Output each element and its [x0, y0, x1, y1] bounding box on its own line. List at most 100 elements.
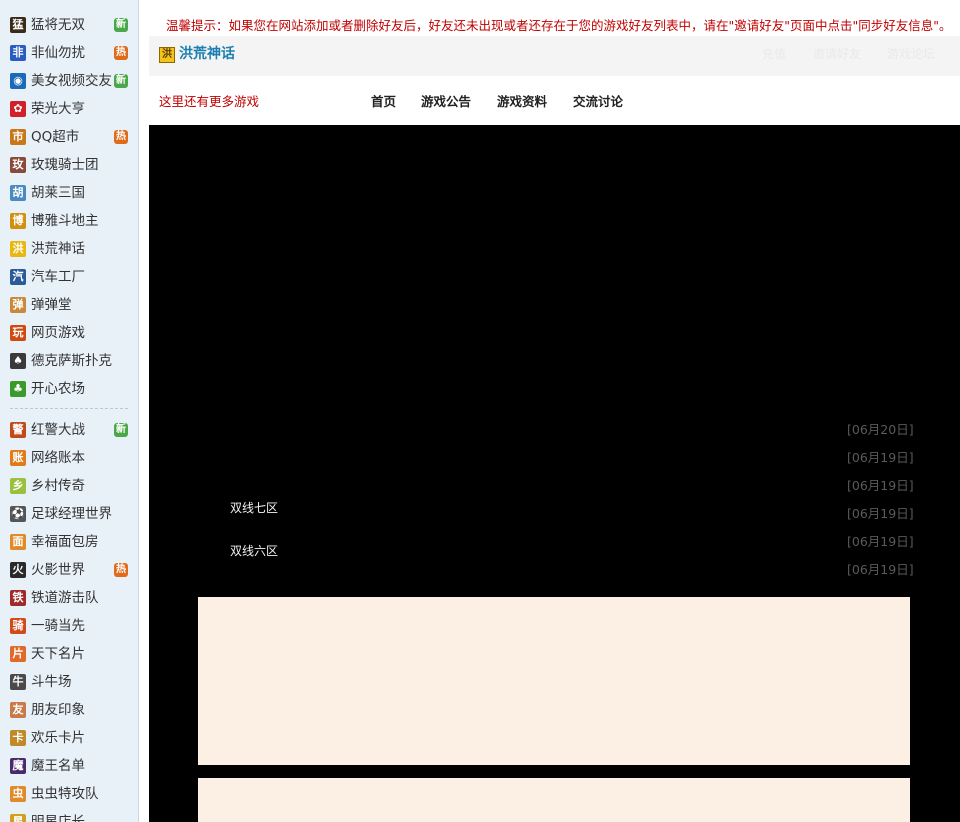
sidebar-game-item[interactable]: 账网络账本	[0, 444, 138, 472]
web-game-icon: 玩	[10, 325, 26, 341]
sidebar-game-item[interactable]: ✿ 荣光大亨	[0, 95, 138, 123]
sidebar-game-item[interactable]: 猛猛将无双 新	[0, 11, 138, 39]
sidebar-game-label: 非仙勿扰	[31, 45, 85, 61]
sidebar-game-item[interactable]: ◉ 美女视频交友新	[0, 67, 138, 95]
star-shop-icon: 星	[10, 814, 26, 822]
sidebar-game-label: 朋友印象	[31, 702, 85, 718]
sidebar-game-label: 幸福面包房	[31, 534, 99, 550]
rider-icon: 骑	[10, 618, 26, 634]
new-badge: 新	[114, 74, 128, 88]
sidebar-game-item[interactable]: 胡胡莱三国	[0, 179, 138, 207]
recharge-link[interactable]: 充值	[762, 44, 786, 64]
sidebar-game-label: 魔王名单	[31, 758, 85, 774]
bakery-icon: 面	[10, 534, 26, 550]
nav-announcements[interactable]: 游戏公告	[421, 92, 471, 112]
car-factory-icon: 汽	[10, 269, 26, 285]
nav-game-info[interactable]: 游戏资料	[497, 92, 547, 112]
game-title[interactable]: 洪荒神话	[179, 44, 235, 64]
card-icon: 卡	[10, 730, 26, 746]
server-link-seven[interactable]: 双线七区	[230, 499, 278, 517]
naruto-icon: 火	[10, 562, 26, 578]
sidebar-game-label: 铁道游击队	[31, 590, 99, 606]
sidebar-game-label: 猛将无双	[31, 17, 85, 33]
more-games-link[interactable]: 这里还有更多游戏	[159, 92, 259, 112]
server-link-six[interactable]: 双线六区	[230, 542, 278, 560]
friend-sync-notice: 温馨提示：如果您在网站添加或者删除好友后，好友还未出现或者还存在于您的游戏好友列…	[166, 18, 952, 33]
sidebar-game-label: QQ超市	[31, 129, 80, 145]
bullfight-icon: 牛	[10, 674, 26, 690]
hot-badge: 热	[114, 563, 128, 577]
sidebar-game-item[interactable]: 友朋友印象	[0, 696, 138, 724]
game-sidebar: 猛猛将无双新非非仙勿扰热 ◉ 美女视频交友新 ✿ 荣光大亨市 QQ超市热玫玫瑰骑士团胡胡莱…	[0, 0, 139, 822]
invite-friends-link[interactable]: 邀请好友	[813, 44, 861, 64]
game-forum-link[interactable]: 游戏论坛	[887, 44, 935, 64]
sidebar-game-label: 玫瑰骑士团	[31, 157, 99, 173]
content-panel	[198, 778, 910, 822]
news-date: [06月19日]	[847, 562, 914, 577]
news-date: [06月19日]	[847, 450, 914, 465]
supermarket-icon: 市	[10, 129, 26, 145]
sidebar-game-item[interactable]: 牛斗牛场	[0, 668, 138, 696]
sidebar-game-label: 德克萨斯扑克	[31, 353, 112, 369]
sidebar-game-item[interactable]: 火火影世界 热	[0, 556, 138, 584]
dandantang-icon: 弹	[10, 297, 26, 313]
sidebar-game-label: 弹弹堂	[31, 297, 72, 313]
sidebar-game-item[interactable]: 警红警大战 新	[0, 416, 138, 444]
sidebar-game-label: 火影世界	[31, 562, 85, 578]
impression-icon: 友	[10, 702, 26, 718]
railway-icon: 铁	[10, 590, 26, 606]
sidebar-game-item[interactable]: 非非仙勿扰 热	[0, 39, 138, 67]
new-badge: 新	[114, 18, 128, 32]
sidebar-game-item[interactable]: 玩网页游戏	[0, 319, 138, 347]
doudizhu-icon: 博	[10, 213, 26, 229]
sidebar-game-item[interactable]: 骑一骑当先	[0, 612, 138, 640]
rose-knight-icon: 玫	[10, 157, 26, 173]
rongguang-icon: ✿	[10, 101, 26, 117]
namecard-icon: 片	[10, 646, 26, 662]
feixian-icon: 非	[10, 45, 26, 61]
poker-icon: ♠	[10, 353, 26, 369]
new-badge: 新	[114, 423, 128, 437]
sidebar-game-label: 斗牛场	[31, 674, 72, 690]
sidebar-game-item[interactable]: ♣ 开心农场	[0, 375, 138, 403]
sidebar-game-label: 一骑当先	[31, 618, 85, 634]
sidebar-game-label: 网页游戏	[31, 325, 85, 341]
sidebar-game-item[interactable]: 乡乡村传奇	[0, 472, 138, 500]
sidebar-game-label: 开心农场	[31, 381, 85, 397]
nav-discussion[interactable]: 交流讨论	[573, 92, 623, 112]
sidebar-game-item[interactable]: 片天下名片	[0, 640, 138, 668]
sidebar-game-item[interactable]: ⚽ 足球经理世界	[0, 500, 138, 528]
news-date: [06月19日]	[847, 534, 914, 549]
sidebar-game-label: 汽车工厂	[31, 269, 85, 285]
sidebar-game-item[interactable]: 虫虫虫特攻队	[0, 780, 138, 808]
hulai-icon: 胡	[10, 185, 26, 201]
hot-badge: 热	[114, 130, 128, 144]
sidebar-game-item[interactable]: 博博雅斗地主	[0, 207, 138, 235]
sidebar-game-item[interactable]: 面幸福面包房	[0, 528, 138, 556]
video-icon: ◉	[10, 73, 26, 89]
sidebar-game-label: 天下名片	[31, 646, 85, 662]
sidebar-game-label: 洪荒神话	[31, 241, 85, 257]
sidebar-game-label: 乡村传奇	[31, 478, 85, 494]
sidebar-game-item[interactable]: 星明星店长	[0, 808, 138, 822]
content-panel	[198, 597, 910, 765]
sidebar-game-label: 虫虫特攻队	[31, 786, 99, 802]
sidebar-game-item[interactable]: 汽汽车工厂	[0, 263, 138, 291]
account-book-icon: 账	[10, 450, 26, 466]
sidebar-game-item[interactable]: 弹弹弹堂	[0, 291, 138, 319]
hot-badge: 热	[114, 46, 128, 60]
meng-icon: 猛	[10, 17, 26, 33]
sidebar-game-label: 网络账本	[31, 450, 85, 466]
sidebar-game-label: 荣光大亨	[31, 101, 85, 117]
bug-icon: 虫	[10, 786, 26, 802]
sidebar-game-item[interactable]: 卡欢乐卡片	[0, 724, 138, 752]
sidebar-game-item[interactable]: 玫玫瑰骑士团	[0, 151, 138, 179]
nav-home[interactable]: 首页	[371, 92, 396, 112]
sidebar-game-label: 明星店长	[31, 814, 85, 822]
sidebar-game-item[interactable]: ♠ 德克萨斯扑克	[0, 347, 138, 375]
sidebar-game-item[interactable]: 魔魔王名单	[0, 752, 138, 780]
sidebar-game-item[interactable]: 洪洪荒神话	[0, 235, 138, 263]
sidebar-game-item[interactable]: 市 QQ超市 热	[0, 123, 138, 151]
honghuang-icon: 洪	[10, 241, 26, 257]
sidebar-game-item[interactable]: 铁铁道游击队	[0, 584, 138, 612]
